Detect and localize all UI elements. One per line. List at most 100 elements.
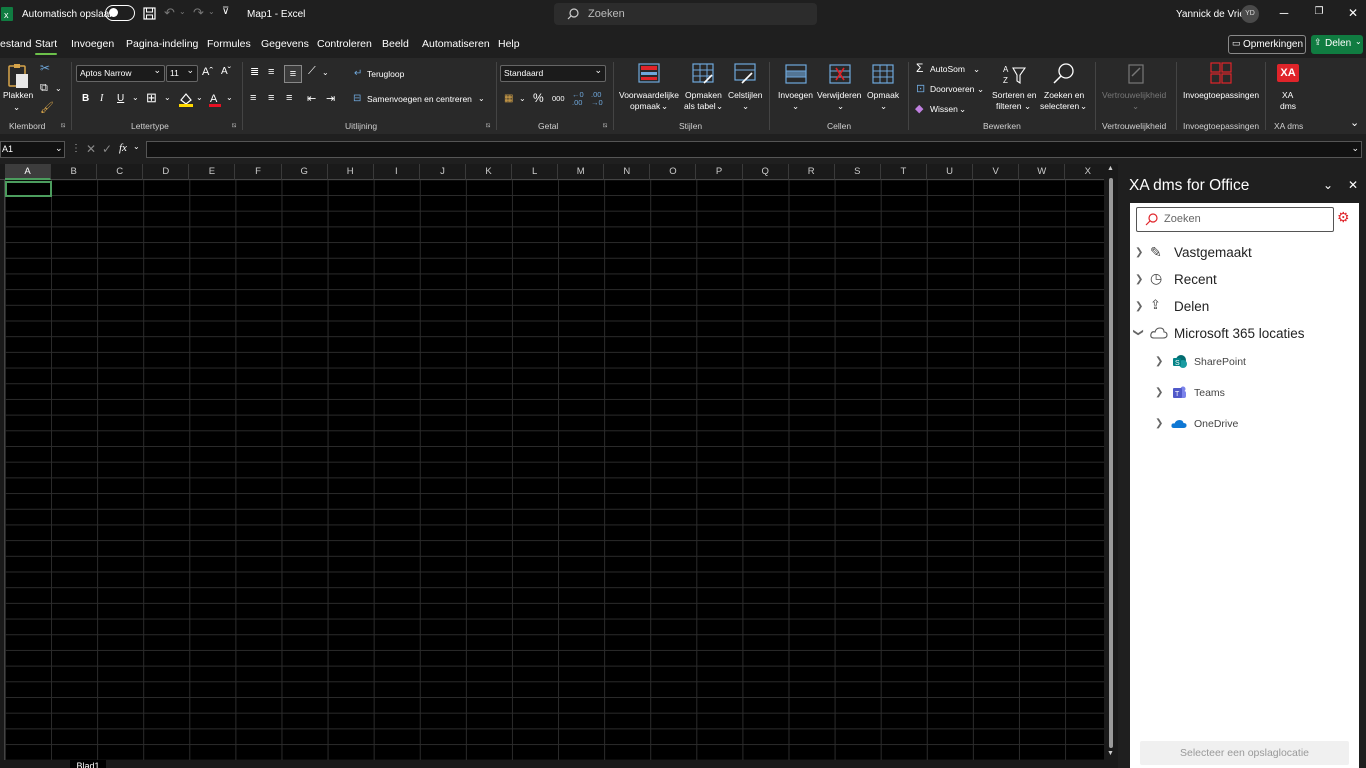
cell-grid[interactable]	[5, 180, 1104, 760]
column-header-k[interactable]: K	[466, 164, 513, 180]
scroll-down-icon[interactable]: ▼	[1107, 750, 1114, 757]
sheet-tab[interactable]: Blad1	[70, 760, 106, 768]
increase-decimal-icon[interactable]: ←0.00	[572, 91, 584, 107]
tab-bestand[interactable]: estand	[0, 38, 32, 50]
orientation-dropdown-icon[interactable]: ⌄	[322, 68, 329, 77]
column-header-o[interactable]: O	[650, 164, 697, 180]
addins-label[interactable]: Invoegtoepassingen	[1183, 90, 1259, 101]
settings-icon[interactable]: ⚙	[1337, 209, 1350, 226]
chevron-right-icon[interactable]: ❯	[1135, 301, 1143, 312]
column-header-j[interactable]: J	[420, 164, 466, 180]
clear-button[interactable]: Wissen	[930, 104, 958, 115]
clear-icon[interactable]: ◆	[915, 102, 923, 115]
conditional-formatting-icon[interactable]	[638, 63, 660, 83]
dialog-launcher-icon[interactable]: ⧅	[232, 122, 236, 130]
chevron-right-icon[interactable]: ❯	[1155, 418, 1163, 429]
font-name-dropdown[interactable]: Aptos Narrow	[76, 65, 165, 82]
dialog-launcher-icon[interactable]: ⧅	[61, 122, 65, 130]
chevron-down-icon[interactable]: ❯	[1133, 328, 1144, 336]
format-as-table-label-2[interactable]: als tabel	[684, 101, 716, 112]
align-center-icon[interactable]: ≡	[268, 92, 274, 104]
align-middle-icon[interactable]: ≡	[268, 66, 274, 78]
tree-item-microsoft-365-locaties[interactable]: Microsoft 365 locaties	[1174, 326, 1305, 341]
chevron-right-icon[interactable]: ❯	[1155, 356, 1163, 367]
customize-qat-icon[interactable]: ⊽	[222, 6, 229, 17]
paste-dropdown-icon[interactable]: ⌄	[13, 102, 20, 113]
more-icon[interactable]: ⋮	[71, 143, 81, 154]
find-select-label-2[interactable]: selecteren	[1040, 101, 1079, 112]
align-right-icon[interactable]: ≡	[286, 92, 292, 104]
wrap-text-icon[interactable]: ↵	[354, 68, 362, 79]
decrease-font-icon[interactable]: Aˇ	[221, 66, 231, 77]
bold-icon[interactable]: B	[82, 93, 89, 104]
align-left-icon[interactable]: ≡	[250, 92, 256, 104]
borders-dropdown-icon[interactable]: ⌄	[164, 93, 171, 102]
addins-icon[interactable]	[1210, 62, 1232, 84]
column-header-f[interactable]: F	[236, 164, 282, 180]
insert-cells-icon[interactable]	[785, 64, 807, 84]
number-format-dropdown[interactable]: Standaard	[500, 65, 606, 82]
tree-item-teams[interactable]: Teams	[1194, 387, 1225, 399]
avatar[interactable]: YD	[1241, 5, 1259, 23]
column-header-g[interactable]: G	[282, 164, 328, 180]
active-cell[interactable]	[5, 181, 52, 197]
fill-color-dropdown-icon[interactable]: ⌄	[196, 93, 203, 102]
xa-dms-logo-icon[interactable]: XA	[1277, 64, 1299, 82]
column-header-s[interactable]: S	[835, 164, 881, 180]
column-header-n[interactable]: N	[604, 164, 651, 180]
conditional-formatting-label-1[interactable]: Voorwaardelijke	[619, 90, 679, 101]
column-header-i[interactable]: I	[374, 164, 420, 180]
tree-item-delen[interactable]: Delen	[1174, 299, 1209, 314]
fill-icon[interactable]: ⊡	[916, 82, 925, 95]
wrap-text-button[interactable]: Terugloop	[367, 69, 404, 80]
increase-indent-icon[interactable]: ⇥	[326, 92, 335, 105]
column-header-u[interactable]: U	[927, 164, 974, 180]
underline-icon[interactable]: U	[117, 93, 124, 104]
format-as-table-icon[interactable]	[692, 63, 714, 85]
column-header-d[interactable]: D	[143, 164, 190, 180]
confirm-icon[interactable]: ✓	[102, 142, 112, 156]
merge-center-button[interactable]: Samenvoegen en centreren	[367, 94, 472, 105]
tab-automatiseren[interactable]: Automatiseren	[422, 38, 490, 50]
column-header-w[interactable]: W	[1019, 164, 1066, 180]
find-select-label-1[interactable]: Zoeken en	[1044, 90, 1084, 101]
column-header-h[interactable]: H	[328, 164, 374, 180]
collapse-ribbon-icon[interactable]: ⌄	[1350, 116, 1359, 129]
vertical-scrollbar[interactable]: ▲ ▼	[1104, 164, 1118, 760]
expand-formula-icon[interactable]: ⌄	[1351, 143, 1359, 154]
format-cells-icon[interactable]	[872, 62, 894, 84]
cell-styles-icon[interactable]	[734, 63, 756, 85]
tab-controleren[interactable]: Controleren	[317, 38, 372, 50]
sort-filter-label-1[interactable]: Sorteren en	[992, 90, 1036, 101]
thousands-icon[interactable]: 000	[552, 94, 565, 103]
accounting-icon[interactable]: ▦	[504, 93, 513, 104]
tree-item-vastgemaakt[interactable]: Vastgemaakt	[1174, 245, 1252, 260]
autosum-button[interactable]: AutoSom	[930, 64, 965, 75]
column-header-c[interactable]: C	[97, 164, 144, 180]
close-icon[interactable]: ✕	[1345, 6, 1361, 20]
align-bottom-icon[interactable]: ≡	[284, 65, 302, 83]
underline-dropdown-icon[interactable]: ⌄	[132, 93, 139, 102]
column-header-p[interactable]: P	[697, 164, 743, 180]
insert-cells-label[interactable]: Invoegen	[778, 90, 813, 101]
format-painter-icon[interactable]: 🖌	[40, 101, 54, 114]
conditional-formatting-label-2[interactable]: opmaak	[630, 101, 660, 112]
sort-filter-label-2[interactable]: filteren	[996, 101, 1022, 112]
orientation-icon[interactable]: ⟋	[308, 65, 316, 78]
tab-beeld[interactable]: Beeld	[382, 38, 409, 50]
decrease-indent-icon[interactable]: ⇤	[307, 92, 316, 105]
sensitivity-label[interactable]: Vertrouwelijkheid	[1102, 90, 1166, 101]
pane-search-input[interactable]: Zoeken	[1136, 207, 1334, 232]
fill-button[interactable]: Doorvoeren	[930, 84, 974, 95]
paste-icon[interactable]	[6, 63, 30, 89]
chevron-right-icon[interactable]: ❯	[1135, 247, 1143, 258]
tab-invoegen[interactable]: Invoegen	[71, 38, 114, 50]
tab-gegevens[interactable]: Gegevens	[261, 38, 309, 50]
tab-formules[interactable]: Formules	[207, 38, 251, 50]
name-box[interactable]: A1 ⌄	[0, 141, 65, 158]
autosum-icon[interactable]: Σ	[916, 61, 923, 75]
copy-dropdown-icon[interactable]: ⌄	[55, 84, 62, 93]
cell-styles-label[interactable]: Celstijlen	[728, 90, 763, 101]
tree-item-onedrive[interactable]: OneDrive	[1194, 418, 1238, 430]
tab-help[interactable]: Help	[498, 38, 520, 50]
